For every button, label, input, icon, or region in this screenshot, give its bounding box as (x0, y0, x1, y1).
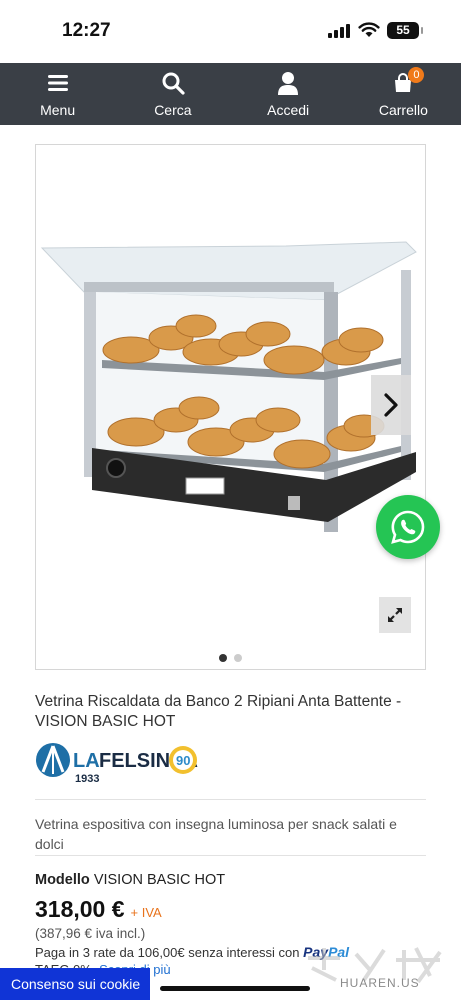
model-value: VISION BASIC HOT (93, 872, 226, 888)
status-bar: 12:27 55 (0, 0, 461, 62)
product-image[interactable] (36, 240, 426, 540)
product-price: 318,00 € (35, 896, 125, 922)
price-row: 318,00 € + IVA (35, 896, 162, 923)
search-icon (160, 70, 186, 96)
cart-icon: 0 (390, 67, 425, 96)
product-title: Vetrina Riscaldata da Banco 2 Ripiani An… (35, 693, 402, 730)
product-description: Vetrina espositiva con insegna luminosa … (35, 816, 397, 852)
price-including-vat: (387,96 € iva incl.) (35, 926, 146, 941)
fullscreen-button[interactable] (379, 597, 411, 633)
chevron-right-icon (384, 393, 398, 417)
next-slide-button[interactable] (371, 375, 411, 435)
status-time: 12:27 (62, 20, 111, 41)
divider (35, 855, 426, 856)
anniversary-number: 90 (176, 753, 190, 768)
slide-dot[interactable] (234, 654, 242, 662)
slide-indicators (36, 654, 425, 662)
watermark-text: HUAREN.US (340, 976, 420, 990)
cart-count-badge: 0 (408, 67, 425, 83)
home-indicator[interactable] (160, 986, 310, 991)
svg-text:LA: LA (73, 750, 100, 772)
nav-search-label: Cerca (154, 102, 192, 118)
nav-login[interactable]: Accedi (231, 63, 346, 125)
cookie-consent-button[interactable]: Consenso sui cookie (0, 968, 150, 1000)
expand-icon (388, 608, 402, 622)
product-gallery[interactable] (35, 144, 426, 670)
whatsapp-button[interactable] (376, 495, 440, 559)
nav-menu-label: Menu (40, 102, 76, 118)
hamburger-icon (45, 70, 71, 96)
brand-logo[interactable]: LA FELSINEA 1933 90 (35, 740, 200, 784)
installments-text: Paga in 3 rate da 106,00€ senza interess… (35, 945, 300, 960)
price-vat-suffix: + IVA (130, 905, 162, 920)
watermark-logo (308, 947, 442, 984)
brand-year: 1933 (75, 773, 99, 784)
battery-icon: 55 (387, 22, 423, 39)
wifi-icon (358, 22, 380, 37)
nav-cart-label: Carrello (378, 102, 428, 118)
user-icon (275, 70, 301, 96)
nav-menu[interactable]: Menu (0, 63, 115, 125)
cellular-signal-icon (328, 24, 350, 38)
whatsapp-icon (391, 510, 425, 544)
nav-search[interactable]: Cerca (115, 63, 230, 125)
slide-dot-active[interactable] (219, 654, 227, 662)
top-navbar: Menu Cerca Accedi 0 Carrello (0, 63, 461, 125)
model-label: Modello (35, 872, 90, 888)
nav-login-label: Accedi (267, 102, 310, 118)
divider (35, 799, 426, 800)
nav-cart[interactable]: 0 Carrello (346, 63, 461, 125)
product-model: Modello VISION BASIC HOT (35, 872, 225, 888)
